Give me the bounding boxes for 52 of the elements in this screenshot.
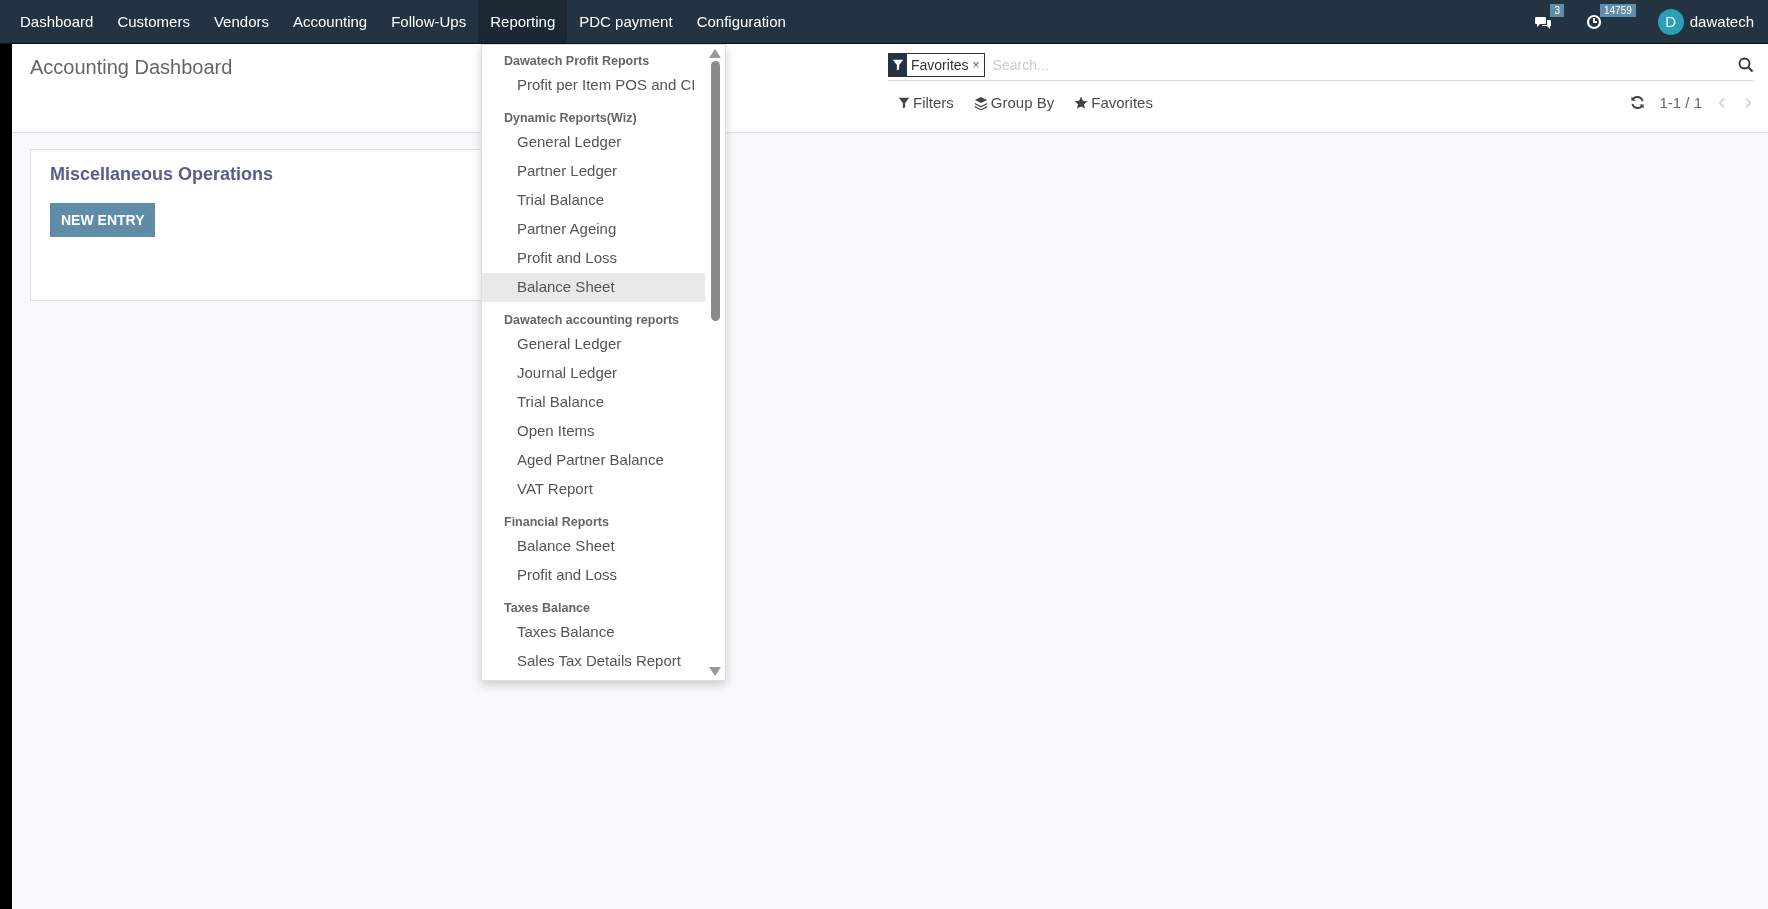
menu-section-header: Dawatech accounting reports: [503, 312, 681, 329]
pager-value: 1-1 / 1: [1659, 94, 1702, 111]
nav-menu-item[interactable]: Vendors: [201, 0, 281, 43]
menu-item[interactable]: Sales Tax Details Report: [482, 647, 705, 676]
menu-item[interactable]: Partner Ledger: [482, 157, 705, 186]
menu-item[interactable]: Profit and Loss: [482, 561, 705, 590]
menu-section-header: Taxes Balance: [503, 600, 591, 617]
menu-item[interactable]: Balance Sheet: [482, 532, 705, 561]
menu-item[interactable]: Balance Sheet: [482, 273, 705, 302]
menu-item[interactable]: Journal Ledger: [482, 359, 705, 388]
menu-section-header: Financial Reports: [503, 514, 610, 531]
star-icon: [1074, 95, 1089, 110]
remove-facet-button[interactable]: ×: [972, 54, 984, 76]
menu-item[interactable]: General Ledger: [482, 128, 705, 157]
search-icon: [1738, 57, 1754, 73]
menu-item[interactable]: Profit per Item POS and CI: [482, 71, 705, 100]
menu-item[interactable]: Open Items: [482, 417, 705, 446]
nav-menu-item[interactable]: Configuration: [684, 0, 798, 43]
activities-count: 14759: [1599, 3, 1636, 17]
clock-icon: [1585, 13, 1602, 30]
refresh-icon: [1630, 95, 1646, 110]
filters-button[interactable]: Filters: [888, 94, 964, 111]
nav-menu-item[interactable]: Dashboard: [8, 0, 106, 43]
favorites-button[interactable]: Favorites: [1064, 94, 1163, 111]
facet-label: Favorites: [910, 56, 970, 75]
menu-item[interactable]: Trial Balance: [482, 186, 705, 215]
menu-item[interactable]: General Ledger: [482, 330, 705, 359]
menu-section-header: Dynamic Reports(Wiz): [503, 110, 638, 127]
nav-menu-item[interactable]: PDC payment: [567, 0, 685, 43]
menu-item[interactable]: Partner Ageing: [482, 215, 705, 244]
filter-icon: [898, 96, 910, 109]
menu-item[interactable]: Aged Partner Balance: [482, 446, 705, 475]
menu-item[interactable]: Profit and Loss: [482, 244, 705, 273]
nav-menu-item[interactable]: Follow-Ups: [379, 0, 479, 43]
menu-item[interactable]: Taxes Balance: [482, 618, 705, 647]
search-facet[interactable]: Favorites ×: [888, 53, 985, 77]
page-title: Accounting Dashboard: [30, 56, 233, 80]
menu-item[interactable]: VAT Report: [482, 475, 705, 504]
scrollbar-thumb[interactable]: [710, 61, 720, 321]
menu-section-header: Dawatech Profit Reports: [503, 53, 651, 70]
layers-icon: [973, 95, 988, 110]
group-by-button[interactable]: Group By: [963, 94, 1065, 111]
scroll-up-icon: [709, 49, 721, 58]
filter-icon: [892, 59, 904, 71]
new-entry-button[interactable]: NEW ENTRY: [50, 203, 156, 237]
messages-count: 3: [1550, 3, 1564, 17]
scroll-down-icon: [709, 667, 721, 676]
menu-item[interactable]: Trial Balance: [482, 388, 705, 417]
nav-menu-item[interactable]: Reporting: [478, 0, 568, 43]
nav-menu-item[interactable]: Accounting: [280, 0, 380, 43]
user-name[interactable]: dawatech: [1689, 13, 1754, 30]
nav-menu-item[interactable]: Customers: [105, 0, 202, 43]
